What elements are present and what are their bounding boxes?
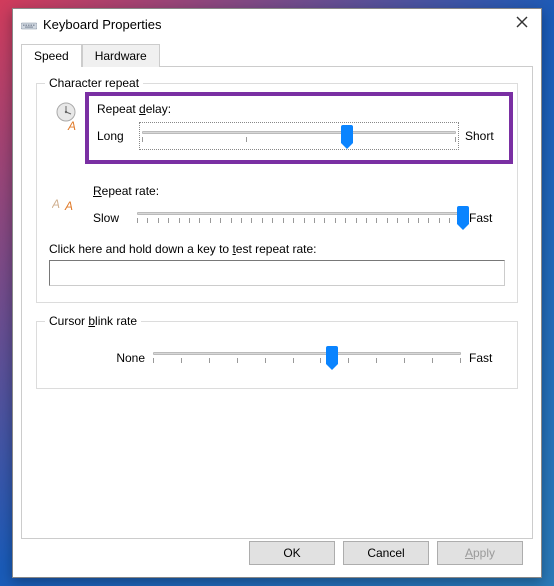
test-repeat-input[interactable] [49, 260, 505, 286]
blink-rate-max-label: Fast [469, 351, 505, 365]
keyboard-icon [21, 20, 37, 30]
titlebar: Keyboard Properties [13, 9, 541, 40]
group-character-repeat: Character repeat A Repeat delay: Long [36, 83, 518, 303]
tab-panel-speed: Character repeat A Repeat delay: Long [21, 67, 533, 539]
repeat-delay-highlight: Repeat delay: Long Short [85, 92, 513, 164]
blink-rate-thumb[interactable] [326, 346, 338, 364]
test-repeat-label: Click here and hold down a key to test r… [49, 242, 505, 256]
tab-hardware[interactable]: Hardware [82, 44, 160, 67]
window-title: Keyboard Properties [43, 17, 511, 32]
keyboard-properties-window: Keyboard Properties SpeedHardware Charac… [12, 8, 542, 578]
repeat-rate-min-label: Slow [93, 211, 129, 225]
repeat-delay-label: Repeat delay: [97, 102, 501, 116]
repeat-delay-slider[interactable] [139, 122, 459, 150]
group-character-repeat-title: Character repeat [45, 76, 143, 90]
svg-text:A: A [52, 197, 60, 211]
repeat-delay-min-label: Long [97, 129, 133, 143]
repeat-delay-thumb[interactable] [341, 125, 353, 143]
cancel-button[interactable]: Cancel [343, 541, 429, 565]
apply-button[interactable]: Apply [437, 541, 523, 565]
group-cursor-blink: Cursor blink rate None Fast [36, 321, 518, 389]
dialog-buttons: OK Cancel Apply [249, 541, 523, 565]
blink-rate-min-label: None [49, 351, 145, 365]
tab-strip: SpeedHardware [21, 44, 533, 67]
blink-rate-row: None Fast [49, 344, 505, 372]
ok-button[interactable]: OK [249, 541, 335, 565]
close-button[interactable] [511, 15, 533, 34]
repeat-rate-label: Repeat rate: [93, 184, 505, 198]
svg-text:A: A [64, 199, 73, 213]
repeat-rate-row: AA Repeat rate: Slow Fast [49, 184, 505, 232]
group-cursor-blink-title: Cursor blink rate [45, 314, 141, 328]
svg-text:A: A [67, 119, 76, 133]
blink-rate-slider[interactable] [151, 344, 463, 372]
repeat-rate-thumb[interactable] [457, 206, 469, 224]
repeat-delay-max-label: Short [465, 129, 501, 143]
repeat-rate-icon: AA [49, 184, 93, 216]
repeat-rate-slider[interactable] [135, 204, 463, 232]
repeat-delay-row: A Repeat delay: Long Short [49, 98, 505, 174]
close-icon [515, 15, 529, 29]
repeat-rate-max-label: Fast [469, 211, 505, 225]
tab-speed[interactable]: Speed [21, 44, 82, 67]
